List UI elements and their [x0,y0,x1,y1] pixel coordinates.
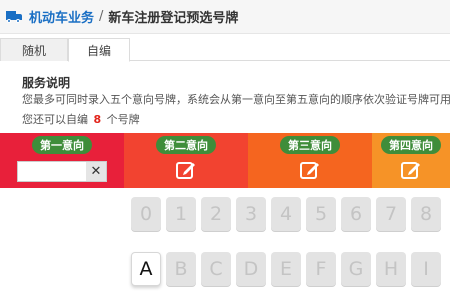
choice-label: 第四意向 [381,136,441,154]
key-i[interactable]: I [411,252,441,286]
choice-second[interactable]: 第二意向 [124,133,248,188]
remaining-count: 8 [93,113,102,126]
key-e[interactable]: E [271,252,301,286]
tab-custom[interactable]: 自编 [68,38,130,62]
service-title: 服务说明 [22,76,71,90]
key-h[interactable]: H [376,252,406,286]
key-a[interactable]: A [131,252,161,286]
choice-first[interactable]: 第一意向 ✕ [0,133,124,188]
intent-choice-bar: 第一意向 ✕ 第二意向 第三意向 第四意向 [0,133,450,188]
key-f[interactable]: F [306,252,336,286]
plate-keyboard: 012345678 ABCDEFGHI [0,188,450,300]
key-4[interactable]: 4 [271,197,301,231]
key-d[interactable]: D [236,252,266,286]
page-title: 新车注册登记预选号牌 [108,11,239,26]
service-description: 您最多可同时录入五个意向号牌，系统会从第一意向至第五意向的顺序依次验证号牌可用性… [22,93,450,106]
key-1[interactable]: 1 [166,197,196,231]
breadcrumb-separator: / [99,9,104,24]
key-g[interactable]: G [341,252,371,286]
tab-random[interactable]: 随机 [0,38,68,61]
key-7[interactable]: 7 [376,197,406,231]
close-icon[interactable]: ✕ [86,162,106,181]
key-2[interactable]: 2 [201,197,231,231]
key-8[interactable]: 8 [411,197,441,231]
remaining-count-text: 您还可以自编 8 个号牌 [22,111,140,127]
key-b[interactable]: B [166,252,196,286]
edit-icon[interactable] [400,159,422,181]
key-0[interactable]: 0 [131,197,161,231]
plate-input-first[interactable]: ✕ [17,161,107,182]
breadcrumb-root-link[interactable]: 机动车业务 [29,7,94,26]
choice-fourth[interactable]: 第四意向 [372,133,450,188]
truck-icon [6,10,22,23]
choice-label: 第一意向 [32,136,92,154]
choice-label: 第二意向 [156,136,216,154]
edit-icon[interactable] [299,159,321,181]
key-3[interactable]: 3 [236,197,266,231]
tab-bar: 随机 自编 [0,38,450,62]
remaining-suffix: 个号牌 [106,113,140,126]
key-5[interactable]: 5 [306,197,336,231]
choice-label: 第三意向 [280,136,340,154]
choice-third[interactable]: 第三意向 [248,133,372,188]
edit-icon[interactable] [175,159,197,181]
key-c[interactable]: C [201,252,231,286]
key-6[interactable]: 6 [341,197,371,231]
remaining-prefix: 您还可以自编 [22,113,88,126]
breadcrumb: 机动车业务 / 新车注册登记预选号牌 [0,0,450,34]
